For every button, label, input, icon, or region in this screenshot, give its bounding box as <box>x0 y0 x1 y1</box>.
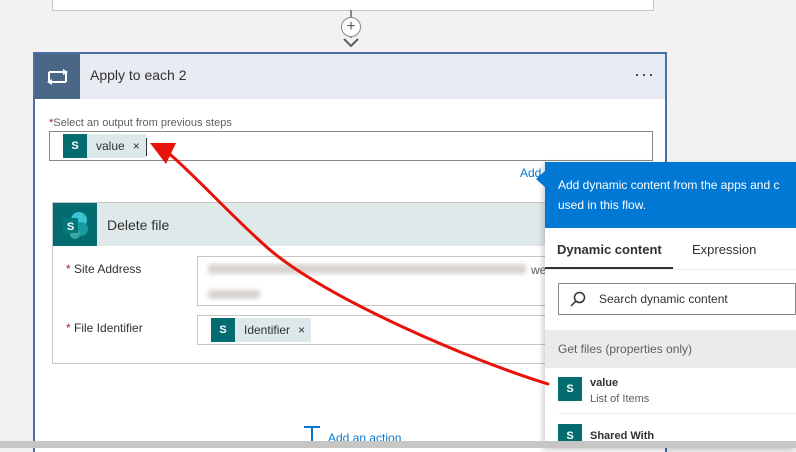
annotation-arrow <box>150 143 550 386</box>
